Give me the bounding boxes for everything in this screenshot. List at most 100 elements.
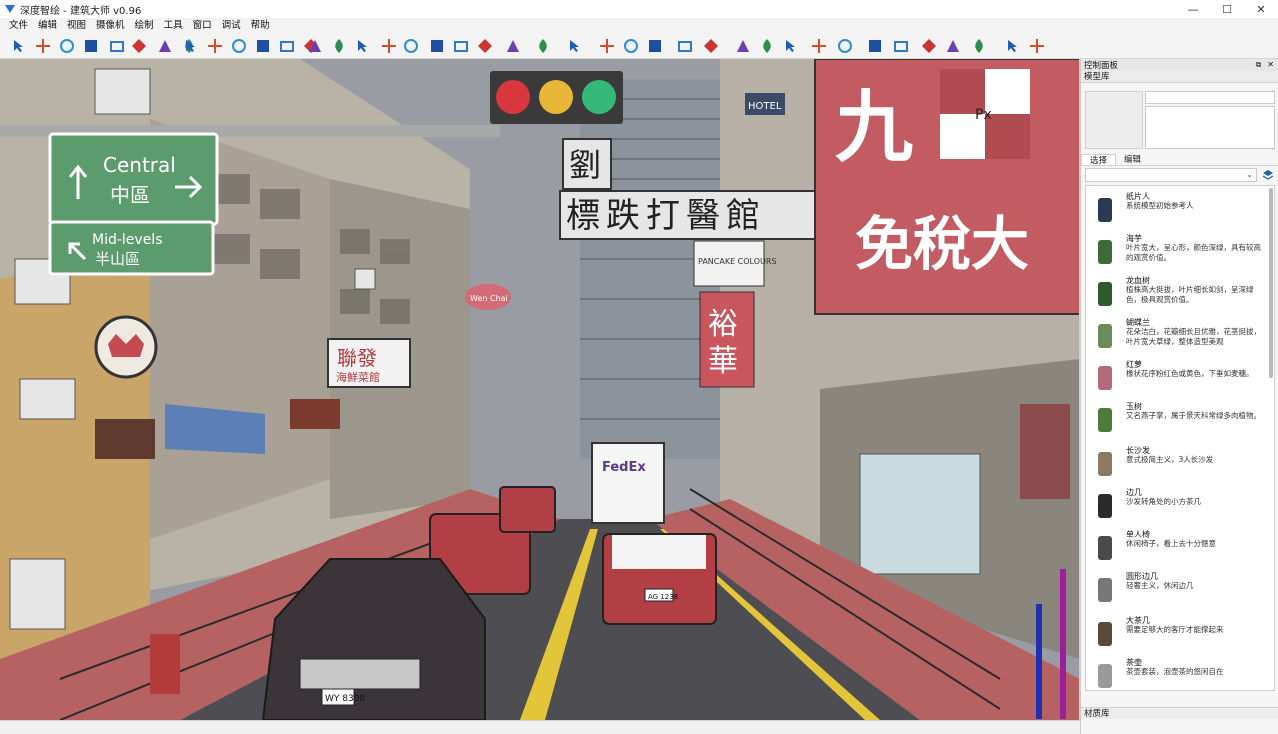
follow-me-icon[interactable] [402, 37, 420, 55]
blue-square-icon[interactable] [892, 37, 910, 55]
tab-select[interactable]: 选择 [1081, 154, 1117, 166]
tag-icon[interactable] [622, 37, 640, 55]
dimension-icon[interactable] [566, 37, 584, 55]
tab-edit[interactable]: 编辑 [1116, 154, 1149, 165]
delivery-truck: FedEx [591, 442, 665, 524]
menu-edit[interactable]: 编辑 [33, 18, 62, 34]
rotate-icon[interactable] [58, 37, 76, 55]
library-stack-button[interactable] [1261, 168, 1275, 182]
sign-text-px: Px [975, 107, 992, 123]
model-thumbnail [1088, 192, 1122, 226]
select-arrow-icon[interactable] [10, 37, 28, 55]
menu-view[interactable]: 视图 [62, 18, 91, 34]
balloon-icon[interactable] [758, 37, 776, 55]
sign-text-jiu: 九 [835, 82, 913, 173]
minimize-button[interactable]: — [1176, 0, 1210, 18]
ruler-icon[interactable] [836, 37, 854, 55]
library-dropdown[interactable]: ⌄ [1085, 168, 1257, 182]
pin-icon[interactable] [504, 37, 522, 55]
red-square-icon[interactable] [866, 37, 884, 55]
component-icon[interactable] [354, 37, 372, 55]
list-item[interactable]: 龙血树 植株高大挺拔，叶片细长如剑，呈深绿色，极具观赏价值。 [1086, 272, 1266, 314]
circle-blue-icon[interactable] [646, 37, 664, 55]
menu-file[interactable]: 文件 [4, 18, 33, 34]
close-button[interactable]: ✕ [1244, 0, 1278, 18]
menu-debug[interactable]: 调试 [217, 18, 246, 34]
panel-close-icon[interactable]: ✕ [1267, 59, 1274, 71]
doc-list-icon[interactable] [970, 37, 988, 55]
text-icon[interactable] [534, 37, 552, 55]
list-item[interactable]: 圆形边几 轻奢主义，休闲边几 [1086, 568, 1266, 610]
list-item[interactable]: 海芋 叶片宽大，呈心形，颜色深绿，具有较高的观赏价值。 [1086, 230, 1266, 272]
layers-icon[interactable] [810, 37, 828, 55]
model-thumbnail [1088, 530, 1122, 564]
model-name-input[interactable] [1145, 91, 1275, 104]
model-item-desc: 花朵洁白，花瓣细长且优雅，花茎挺拔，叶片宽大草绿，整体造型美观 [1126, 327, 1261, 346]
push-pull-icon[interactable] [130, 37, 148, 55]
location-icon[interactable] [476, 37, 494, 55]
3d-viewport[interactable]: 九 Px 免稅大 Central 中區 Mid-levels 半山區 劉 標跌打… [0, 59, 1080, 720]
line-icon[interactable] [206, 37, 224, 55]
rectangle-icon[interactable] [230, 37, 248, 55]
sign-yuhua: 裕 [708, 307, 738, 342]
list-item[interactable]: 蝴蝶兰 花朵洁白，花瓣细长且优雅，花茎挺拔，叶片宽大草绿，整体造型美观 [1086, 314, 1266, 356]
list-item[interactable]: 红萝 橡状花序粉红色或黄色，下垂如麦穗。 [1086, 356, 1266, 398]
list-item[interactable]: 长沙发 意式极简主义，3人长沙发 [1086, 442, 1266, 484]
material-library-tab[interactable]: 材质库 [1081, 707, 1278, 719]
scale-icon[interactable] [82, 37, 100, 55]
traffic-light [490, 71, 623, 124]
flip-icon[interactable] [108, 37, 126, 55]
extrude-icon[interactable] [330, 37, 348, 55]
panel-tabs: 选择 编辑 [1081, 154, 1278, 166]
sign-central: Central [103, 153, 176, 177]
orbit-icon[interactable] [380, 37, 398, 55]
car-plate-2: AG 1238 [648, 593, 678, 601]
panel-float-icon[interactable]: ⧉ [1256, 59, 1262, 71]
doc-check-icon[interactable] [920, 37, 938, 55]
sign-lianfa-sub: 海鮮菜館 [336, 370, 380, 384]
maximize-button[interactable]: ☐ [1210, 0, 1244, 18]
panel-header: 控制面板 ⧉ ✕ [1081, 59, 1278, 71]
menu-draw[interactable]: 绘制 [130, 18, 159, 34]
menu-window[interactable]: 窗口 [188, 18, 217, 34]
menu-tools[interactable]: 工具 [159, 18, 188, 34]
list-item[interactable]: 边几 沙发转角处的小方茶几 [1086, 484, 1266, 526]
section-icon[interactable] [598, 37, 616, 55]
model-preview [1085, 91, 1143, 149]
sphere-icon[interactable] [1004, 37, 1022, 55]
model-description-box[interactable] [1145, 106, 1275, 149]
sign-bonesetter: 標跌打醫館 [566, 196, 766, 236]
list-item[interactable]: 玉树 又名燕子掌，属于景天科常绿多肉植物。 [1086, 398, 1266, 440]
move-icon[interactable] [34, 37, 52, 55]
doc-edit-icon[interactable] [944, 37, 962, 55]
paint-bucket-icon[interactable] [156, 37, 174, 55]
zoom-icon[interactable] [452, 37, 470, 55]
camera-icon[interactable] [702, 37, 720, 55]
record-icon[interactable] [676, 37, 694, 55]
menu-camera[interactable]: 摄像机 [91, 18, 130, 34]
model-item-desc: 橡状花序粉红色或黄色，下垂如麦穗。 [1126, 369, 1254, 378]
sphere-2-icon[interactable] [1028, 37, 1046, 55]
circle-icon[interactable] [254, 37, 272, 55]
list-scrollbar[interactable] [1269, 188, 1273, 378]
eraser-icon[interactable] [306, 37, 324, 55]
title-bar: 深度智绘 - 建筑大师 v0.96 — ☐ ✕ [0, 0, 1278, 18]
model-item-desc: 系统模型初始参考人 [1126, 201, 1194, 210]
layer-stack-icon[interactable] [782, 37, 800, 55]
cube-red-icon[interactable] [734, 37, 752, 55]
pan-icon[interactable] [428, 37, 446, 55]
car-plate-1: WY 8308 [325, 694, 365, 704]
list-item[interactable]: 单人椅 休闲椅子，看上去十分惬意 [1086, 526, 1266, 568]
model-item-desc: 轻奢主义，休闲边几 [1126, 581, 1194, 590]
toolbar [0, 34, 1278, 59]
list-item[interactable]: 茶壶 茶壶套装，泡壶茶的悠闲自在 [1086, 654, 1266, 690]
model-thumbnail [1088, 402, 1122, 436]
menu-help[interactable]: 帮助 [246, 18, 275, 34]
list-item[interactable]: 纸片人 系统模型初始参考人 [1086, 188, 1266, 230]
polygon-icon[interactable] [278, 37, 296, 55]
control-panel: 控制面板 ⧉ ✕ 模型库 选择 编辑 ⌄ 纸片人 系统模型初始参考人 海芋 叶片宽大，… [1080, 59, 1278, 734]
pencil-icon[interactable] [182, 37, 200, 55]
list-item[interactable]: 大茶几 需要足够大的客厅才能撑起来 [1086, 612, 1266, 654]
big-red-sign: 九 Px 免稅大 [814, 59, 1079, 315]
model-library-title: 模型库 [1081, 71, 1278, 83]
